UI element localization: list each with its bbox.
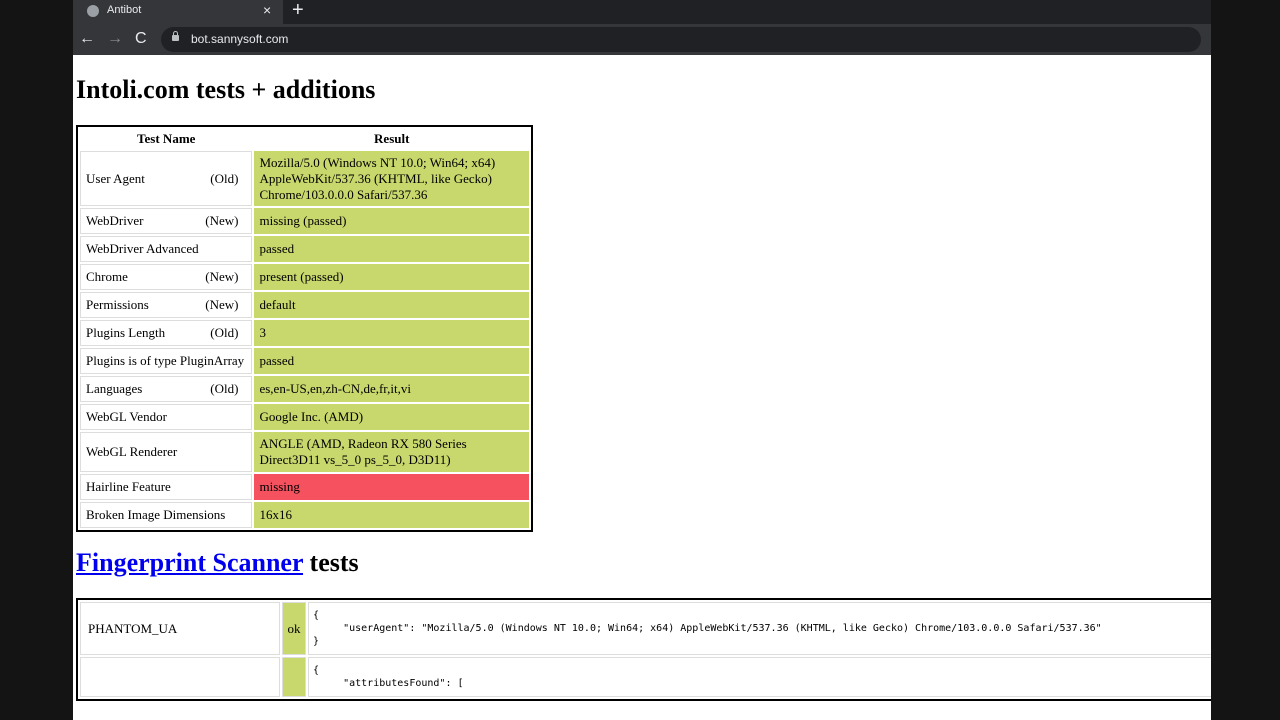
test-name-label: WebGL Renderer bbox=[86, 444, 178, 459]
intoli-results-table: Test Name Result (Old) User Agent Mozilla/… bbox=[76, 125, 533, 532]
test-result-cell: es,en-US,en,zh-CN,de,fr,it,vi bbox=[254, 376, 529, 402]
test-name-cell: (New) WebDriver bbox=[80, 208, 253, 234]
fingerprint-test-name bbox=[80, 657, 280, 697]
test-name-cell: WebDriver Advanced bbox=[80, 236, 253, 262]
tab-antibot[interactable]: Antibot × bbox=[73, 0, 283, 24]
tab-strip: Antibot × + bbox=[73, 0, 1211, 24]
test-name-cell: (Old) Plugins Length bbox=[80, 320, 253, 346]
test-result-cell: missing bbox=[254, 474, 529, 500]
test-result-cell: missing (passed) bbox=[254, 208, 529, 234]
column-header-result: Result bbox=[374, 131, 410, 146]
test-result-cell: passed bbox=[254, 236, 529, 262]
test-result-cell: 16x16 bbox=[254, 502, 529, 528]
test-name-cell: WebGL Vendor bbox=[80, 404, 253, 430]
fingerprint-heading: Fingerprint Scanner tests bbox=[76, 548, 359, 578]
test-result-cell: Mozilla/5.0 (Windows NT 10.0; Win64; x64… bbox=[254, 151, 529, 206]
test-version-flag: (New) bbox=[205, 297, 239, 312]
test-name-label: Plugins Length bbox=[86, 325, 166, 340]
test-version-flag: (Old) bbox=[210, 170, 239, 186]
fingerprint-status-badge bbox=[282, 657, 306, 697]
browser-window: Antibot × + ← → C bot.sannysoft.com Into… bbox=[73, 0, 1211, 720]
test-name-cell: (Old) Languages bbox=[80, 376, 253, 402]
table-row: WebDriver Advanced passed bbox=[80, 236, 529, 262]
test-name-cell: (New) Chrome bbox=[80, 264, 253, 290]
test-result-cell: passed bbox=[254, 348, 529, 374]
table-row: (Old) User Agent Mozilla/5.0 (Windows NT 1… bbox=[80, 151, 529, 206]
table-row: WebGL Vendor Google Inc. (AMD) bbox=[80, 404, 529, 430]
fingerprint-details-cell: { "attributesFound": [ bbox=[308, 657, 1211, 697]
test-name-label: Hairline Feature bbox=[86, 479, 171, 494]
test-name-label: Broken Image Dimensions bbox=[86, 507, 226, 522]
test-result-cell: 3 bbox=[254, 320, 529, 346]
table-row: (New) WebDriver missing (passed) bbox=[80, 208, 529, 234]
address-bar[interactable]: bot.sannysoft.com bbox=[161, 27, 1201, 52]
fingerprint-json-code: { "userAgent": "Mozilla/5.0 (Windows NT … bbox=[313, 610, 1102, 647]
test-name-label: Chrome bbox=[86, 269, 128, 284]
test-version-flag: (Old) bbox=[210, 381, 239, 396]
fingerprint-results-table: PHANTOM_UA ok{ "userAgent": "Mozilla/5.0 … bbox=[76, 598, 1211, 701]
page-content: Intoli.com tests + additions Test Name R… bbox=[73, 55, 1211, 720]
table-row: (Old) Plugins Length 3 bbox=[80, 320, 529, 346]
table-row: Plugins is of type PluginArray passed bbox=[80, 348, 529, 374]
table-row: (New) Permissions default bbox=[80, 292, 529, 318]
test-result-cell: default bbox=[254, 292, 529, 318]
test-version-flag: (New) bbox=[205, 269, 239, 284]
site-favicon-icon bbox=[87, 5, 99, 17]
test-version-flag: (New) bbox=[205, 213, 239, 228]
back-arrow-icon[interactable]: ← bbox=[79, 30, 95, 48]
test-name-label: WebDriver bbox=[86, 213, 144, 228]
table-row: WebGL Renderer ANGLE (AMD, Radeon RX 580 … bbox=[80, 432, 529, 472]
fingerprint-details-cell: { "userAgent": "Mozilla/5.0 (Windows NT … bbox=[308, 602, 1211, 655]
reload-icon[interactable]: C bbox=[135, 30, 147, 48]
test-name-label: Languages bbox=[86, 381, 143, 396]
lock-icon[interactable] bbox=[172, 31, 179, 41]
test-version-flag: (Old) bbox=[210, 325, 239, 340]
fingerprint-json-code: { "attributesFound": [ bbox=[313, 665, 464, 689]
forward-arrow-icon[interactable]: → bbox=[107, 30, 123, 48]
test-name-label: WebGL Vendor bbox=[86, 409, 167, 424]
test-result-cell: Google Inc. (AMD) bbox=[254, 404, 529, 430]
url-text[interactable]: bot.sannysoft.com bbox=[191, 32, 288, 46]
new-tab-plus-icon[interactable]: + bbox=[292, 0, 304, 22]
test-name-cell: WebGL Renderer bbox=[80, 432, 253, 472]
test-name-cell: (New) Permissions bbox=[80, 292, 253, 318]
fingerprint-scanner-link[interactable]: Fingerprint Scanner bbox=[76, 548, 303, 577]
test-name-cell: Plugins is of type PluginArray bbox=[80, 348, 253, 374]
test-result-cell: ANGLE (AMD, Radeon RX 580 Series Direct3… bbox=[254, 432, 529, 472]
test-name-label: Plugins is of type PluginArray bbox=[86, 353, 245, 368]
test-result-cell: present (passed) bbox=[254, 264, 529, 290]
tab-title: Antibot bbox=[107, 4, 142, 16]
test-name-cell: (Old) User Agent bbox=[80, 151, 253, 206]
test-name-cell: Broken Image Dimensions bbox=[80, 502, 253, 528]
column-header-test-name: Test Name bbox=[137, 131, 196, 146]
browser-toolbar: ← → C bot.sannysoft.com bbox=[73, 24, 1211, 55]
test-name-cell: Hairline Feature bbox=[80, 474, 253, 500]
fingerprint-status-badge: ok bbox=[282, 602, 306, 655]
intoli-heading: Intoli.com tests + additions bbox=[76, 75, 376, 104]
table-row: PHANTOM_UA ok{ "userAgent": "Mozilla/5.0 … bbox=[80, 602, 1211, 655]
test-name-label: User Agent bbox=[86, 170, 145, 186]
tab-close-icon[interactable]: × bbox=[263, 2, 271, 18]
table-row: Broken Image Dimensions 16x16 bbox=[80, 502, 529, 528]
table-row: (New) Chrome present (passed) bbox=[80, 264, 529, 290]
test-name-label: WebDriver Advanced bbox=[86, 241, 199, 256]
table-row: Hairline Feature missing bbox=[80, 474, 529, 500]
fingerprint-heading-rest: tests bbox=[303, 548, 359, 577]
table-row: { "attributesFound": [ bbox=[80, 657, 1211, 697]
table-row: (Old) Languages es,en-US,en,zh-CN,de,fr,it… bbox=[80, 376, 529, 402]
test-name-label: Permissions bbox=[86, 297, 149, 312]
fingerprint-test-name: PHANTOM_UA bbox=[80, 602, 280, 655]
